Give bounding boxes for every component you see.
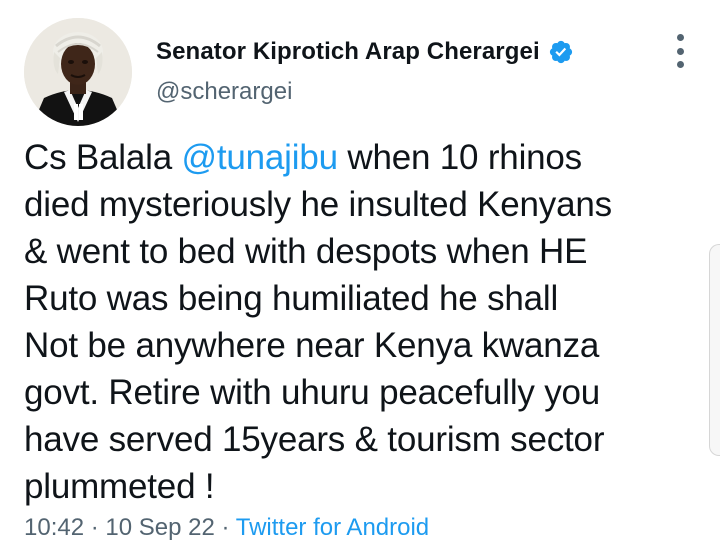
edge-panel-handle[interactable] — [709, 244, 720, 456]
author-name[interactable]: Senator Kiprotich Arap Cherargei — [156, 38, 574, 66]
more-options-button[interactable] — [668, 34, 692, 68]
avatar[interactable] — [24, 18, 132, 126]
tweet-line-7: have served 15years & tourism sector — [24, 420, 605, 459]
tweet-line-1: Cs Balala @tunajibu when 10 rhinos — [24, 138, 582, 177]
author-handle[interactable]: @scherargei — [156, 78, 292, 106]
profile-photo-icon — [24, 18, 132, 126]
tweet-line-6: govt. Retire with uhuru peacefully you — [24, 373, 601, 412]
tweet-line-4: Ruto was being humiliated he shall — [24, 279, 559, 318]
tweet-line-5: Not be anywhere near Kenya kwanza — [24, 326, 600, 365]
more-vertical-icon — [676, 34, 684, 41]
tweet-text: Cs Balala @tunajibu when 10 rhinos died … — [24, 134, 704, 510]
verified-badge-icon — [548, 39, 574, 65]
tweet-line-3: & went to bed with despots when HE — [24, 232, 588, 271]
tweet-meta: 10:42 · 10 Sep 22 · Twitter for Android — [24, 514, 430, 541]
tweet-time[interactable]: 10:42 — [24, 514, 84, 541]
author-name-text[interactable]: Senator Kiprotich Arap Cherargei — [156, 38, 540, 66]
mention-link[interactable]: @tunajibu — [182, 138, 339, 177]
tweet-source-link[interactable]: Twitter for Android — [236, 514, 429, 541]
tweet-line-2: died mysteriously he insulted Kenyans — [24, 185, 612, 224]
tweet-line-8: plummeted ! — [24, 467, 215, 506]
tweet-date[interactable]: 10 Sep 22 — [105, 514, 214, 541]
